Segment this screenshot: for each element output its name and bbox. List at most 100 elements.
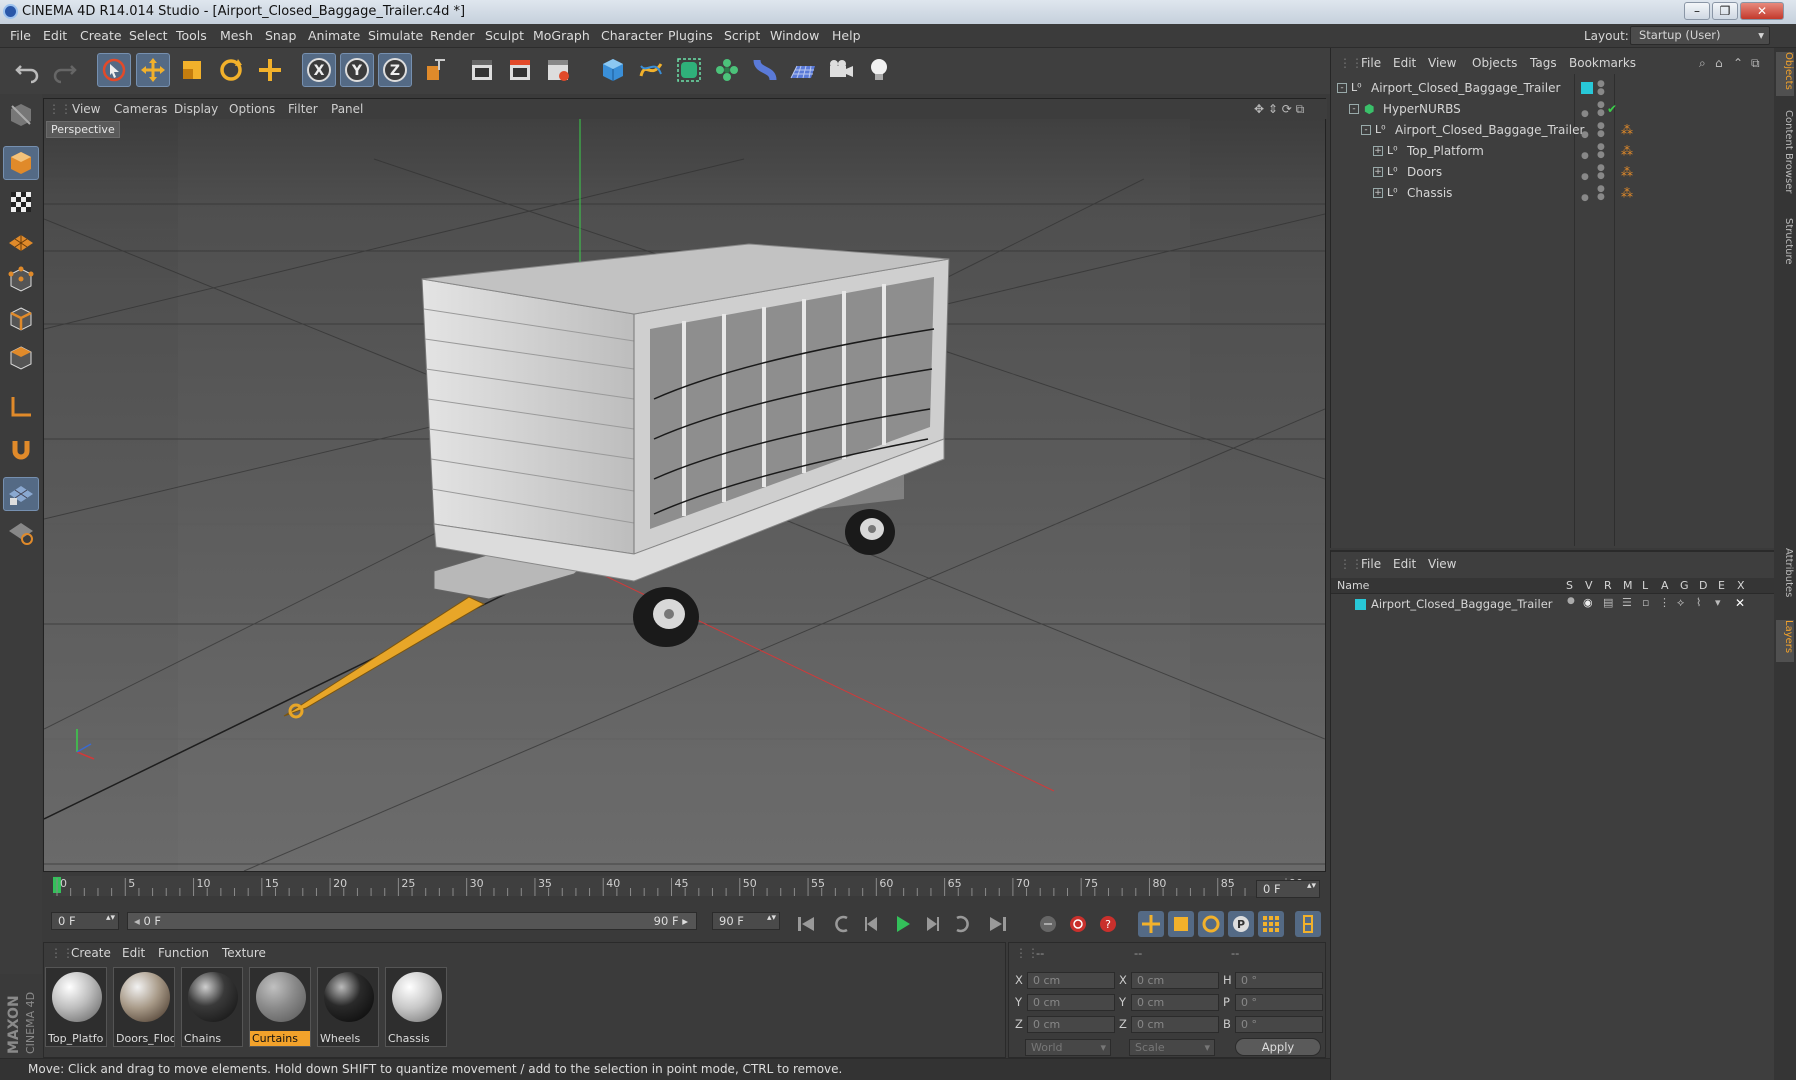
menu-animate[interactable]: Animate [308,28,360,43]
layer-lock-icon[interactable]: ▫ [1642,596,1649,609]
object-row[interactable]: + L⁰ Chassis ● ● ● ⁂ [1331,183,1775,203]
layer-render-icon[interactable]: ▤ [1603,596,1613,609]
layer-col-manager[interactable]: M [1623,579,1633,592]
menu-snap[interactable]: Snap [265,28,296,43]
coordinate-system-button[interactable] [418,53,452,87]
transform-tool-button[interactable] [253,53,287,87]
layer-col-animation[interactable]: A [1661,579,1669,592]
add-camera-button[interactable] [824,53,858,87]
size-y-field[interactable]: 0 cm [1131,994,1219,1011]
add-light-button[interactable] [862,53,896,87]
visibility-dots[interactable]: ● ● [1597,143,1605,160]
render-view-button[interactable] [465,53,499,87]
layer-manager-icon[interactable]: ☰ [1622,596,1632,609]
material-swatch[interactable]: Wheels [317,967,379,1047]
key-position-button[interactable] [1138,911,1164,937]
viewport-menu-options[interactable]: Options [229,102,275,116]
menu-mesh[interactable]: Mesh [220,28,253,43]
visibility-dots[interactable]: ● ● [1597,80,1605,97]
rotation-b-field[interactable]: 0 ° [1235,1016,1323,1033]
layer-col-view[interactable]: V [1585,579,1593,592]
frame-range-slider[interactable]: ◂ 0 F 90 F ▸ [127,912,697,930]
menu-window[interactable]: Window [770,28,819,43]
material-menu-function[interactable]: Function [158,946,209,960]
apply-button[interactable]: Apply [1235,1038,1321,1056]
add-spline-button[interactable] [634,53,668,87]
layout-select[interactable]: Startup (User) ▾ [1630,26,1770,45]
layer-col-render[interactable]: R [1604,579,1612,592]
render-settings-button[interactable] [541,53,575,87]
layer-deformer-icon[interactable]: ⌇ [1696,596,1701,609]
next-key-button[interactable] [949,911,975,937]
key-parameter-button[interactable]: P [1228,911,1254,937]
menu-render[interactable]: Render [430,28,475,43]
material-swatch[interactable]: Chassis [385,967,447,1047]
position-y-field[interactable]: 0 cm [1027,994,1115,1011]
object-menu-file[interactable]: File [1361,56,1381,70]
polygons-mode-button[interactable] [3,341,39,375]
record-active-button[interactable] [1065,911,1091,937]
tab-attributes[interactable]: Attributes [1776,548,1794,608]
points-mode-button[interactable] [3,263,39,297]
object-row[interactable]: + L⁰ Top_Platform ● ● ● ⁂ [1331,141,1775,161]
expand-icon[interactable]: + [1373,167,1383,177]
material-menu-texture[interactable]: Texture [222,946,266,960]
material-tag-icon[interactable]: ⁂ [1621,141,1633,161]
workplane-mode-button[interactable] [3,224,39,258]
menu-character[interactable]: Character [601,28,663,43]
expand-icon[interactable]: + [1373,188,1383,198]
material-menu-edit[interactable]: Edit [122,946,145,960]
texture-mode-button[interactable] [3,185,39,219]
visibility-dots[interactable]: ● ● [1597,164,1605,181]
autokey-button[interactable]: ? [1095,911,1121,937]
visibility-dots[interactable]: ● ● [1597,101,1605,118]
start-frame-field[interactable]: 0 F ▴▾ [51,912,119,930]
menu-mograph[interactable]: MoGraph [533,28,590,43]
viewport-nav-icons[interactable]: ✥ ⇕ ⟳ ⧉ [1254,102,1304,117]
up-level-icon[interactable]: ⌃ [1733,56,1743,70]
object-row[interactable]: - ⬢ HyperNURBS ● ● ● ✔ [1331,99,1775,119]
expand-icon[interactable]: + [1373,146,1383,156]
material-swatch[interactable]: Chains [181,967,243,1047]
layer-menu-edit[interactable]: Edit [1393,557,1416,571]
material-tag-icon[interactable]: ⁂ [1621,120,1633,140]
minimize-button[interactable]: – [1684,2,1710,20]
rotation-p-field[interactable]: 0 ° [1235,994,1323,1011]
object-menu-tags[interactable]: Tags [1530,56,1557,70]
object-menu-bookmarks[interactable]: Bookmarks [1569,56,1636,70]
render-to-picture-viewer-button[interactable] [503,53,537,87]
tweak-mode-button[interactable] [3,434,39,468]
material-tag-icon[interactable]: ⁂ [1621,162,1633,182]
material-tag-icon[interactable]: ⁂ [1621,183,1633,203]
visibility-dots[interactable]: ● ● [1597,185,1605,202]
new-panel-icon[interactable]: ⧉ [1751,56,1760,71]
object-menu-objects[interactable]: Objects [1472,56,1517,70]
close-button[interactable]: ✕ [1740,2,1784,20]
layer-expression-icon[interactable]: ▾ [1715,596,1721,609]
coordinate-mode-select[interactable]: World ▾ [1025,1039,1111,1056]
layer-col-name[interactable]: Name [1337,579,1369,592]
object-menu-view[interactable]: View [1428,56,1456,70]
current-frame-field[interactable]: 0 F ▴▾ [1256,880,1320,898]
layer-col-solo[interactable]: S [1566,579,1573,592]
collapse-icon[interactable]: - [1361,125,1371,135]
viewport-menu-panel[interactable]: Panel [331,102,363,116]
camera-label[interactable]: Perspective [46,121,120,138]
perspective-scene[interactable] [44,119,1325,871]
layer-col-xref[interactable]: X [1737,579,1745,592]
menu-simulate[interactable]: Simulate [368,28,423,43]
layer-animation-icon[interactable]: ⋮ [1659,596,1670,609]
layer-col-locked[interactable]: L [1642,579,1648,592]
quantize-button[interactable] [3,516,39,550]
menu-tools[interactable]: Tools [176,28,207,43]
timeline-window-button[interactable] [1295,911,1321,937]
go-to-start-button[interactable] [793,911,819,937]
size-x-field[interactable]: 0 cm [1131,972,1219,989]
visibility-dots[interactable]: ● ● [1597,122,1605,139]
viewport-menu-view[interactable]: View [72,102,100,116]
drag-handle-icon[interactable]: ⋮⋮ [48,102,72,116]
size-mode-select[interactable]: Scale ▾ [1129,1039,1215,1056]
go-to-end-button[interactable] [985,911,1011,937]
layer-menu-file[interactable]: File [1361,557,1381,571]
scale-tool-button[interactable] [175,53,209,87]
